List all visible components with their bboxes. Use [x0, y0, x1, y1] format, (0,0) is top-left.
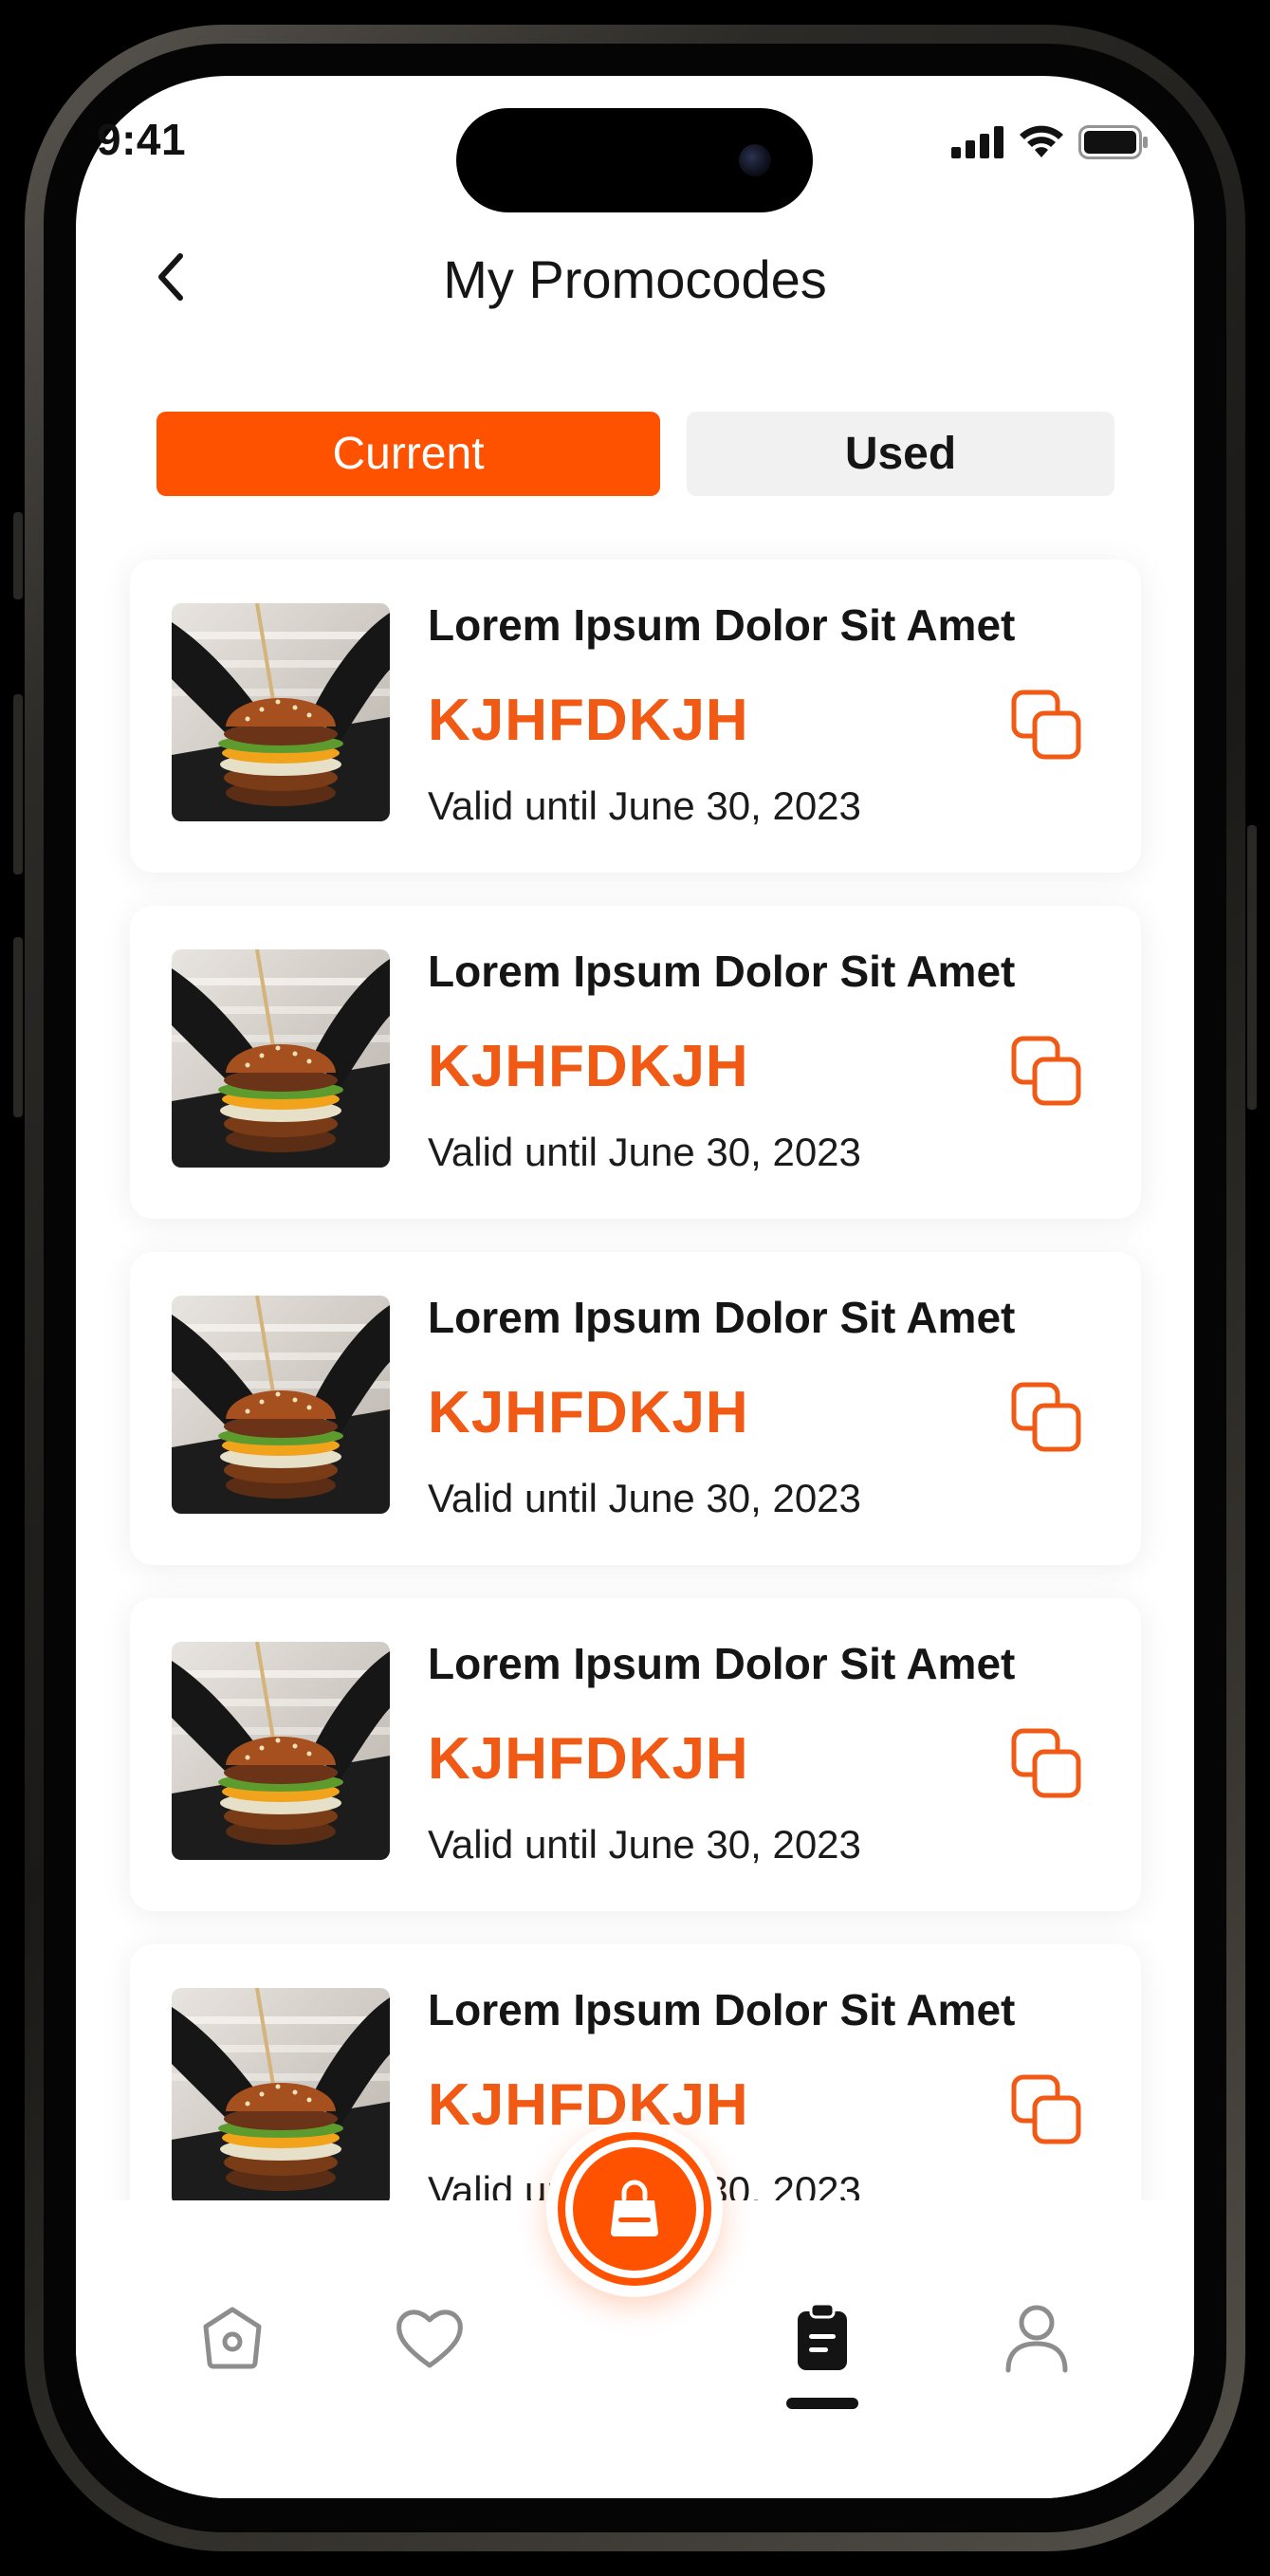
promo-validity: Valid until June 30, 2023	[428, 1130, 861, 1174]
promo-title: Lorem Ipsum Dolor Sit Amet	[428, 1639, 1016, 1688]
promo-code: KJHFDKJH	[428, 1034, 749, 1099]
nav-home[interactable]	[190, 2295, 275, 2381]
status-icons	[951, 125, 1149, 159]
copy-code-button[interactable]	[1010, 2073, 1082, 2145]
promo-title: Lorem Ipsum Dolor Sit Amet	[428, 600, 1016, 650]
promo-validity: Valid until June 30, 2023	[428, 1822, 861, 1867]
copy-code-button[interactable]	[1010, 1381, 1082, 1453]
copy-code-button[interactable]	[1010, 1035, 1082, 1107]
promo-card[interactable]: Lorem Ipsum Dolor Sit Amet KJHFDKJH Vali…	[130, 1598, 1141, 1911]
promo-card[interactable]: Lorem Ipsum Dolor Sit Amet KJHFDKJH Vali…	[130, 1252, 1141, 1565]
burger-photo	[172, 603, 390, 821]
battery-icon	[1078, 125, 1148, 159]
copy-icon	[1011, 690, 1081, 760]
nav-profile[interactable]	[994, 2295, 1079, 2381]
promo-validity: Valid until June 30, 2023	[428, 783, 861, 828]
front-camera	[739, 144, 771, 176]
burger-photo	[172, 1988, 390, 2200]
cart-button-core	[573, 2147, 696, 2271]
nav-promocodes[interactable]	[780, 2295, 865, 2381]
user-icon	[1005, 2305, 1068, 2373]
burger-photo	[172, 1296, 390, 1514]
copy-icon	[1011, 1728, 1081, 1798]
promo-list: Lorem Ipsum Dolor Sit Amet KJHFDKJH Vali…	[0, 0, 1270, 2200]
cellular-signal-icon	[951, 126, 1003, 158]
promo-card[interactable]: Lorem Ipsum Dolor Sit Amet KJHFDKJH Vali…	[130, 906, 1141, 1219]
promo-code: KJHFDKJH	[428, 2072, 749, 2138]
nav-favorites[interactable]	[387, 2295, 472, 2381]
burger-photo	[172, 949, 390, 1168]
active-tab-indicator	[786, 2398, 858, 2409]
promo-validity: Valid until June 30, 2023	[428, 1476, 861, 1520]
copy-icon	[1011, 1382, 1081, 1452]
copy-code-button[interactable]	[1010, 1727, 1082, 1799]
promo-code: KJHFDKJH	[428, 688, 749, 753]
promo-title: Lorem Ipsum Dolor Sit Amet	[428, 1293, 1016, 1342]
promo-card[interactable]: Lorem Ipsum Dolor Sit Amet KJHFDKJH Vali…	[130, 560, 1141, 873]
shopping-bag-icon	[611, 2180, 658, 2236]
copy-icon	[1011, 1036, 1081, 1106]
promo-title: Lorem Ipsum Dolor Sit Amet	[428, 947, 1016, 996]
dynamic-island	[456, 108, 813, 212]
wifi-icon	[1020, 125, 1063, 157]
promo-title: Lorem Ipsum Dolor Sit Amet	[428, 1985, 1016, 2034]
burger-photo	[172, 1642, 390, 1860]
copy-icon	[1011, 2074, 1081, 2144]
cart-button-ring	[558, 2132, 711, 2286]
copy-code-button[interactable]	[1010, 689, 1082, 761]
promo-code: KJHFDKJH	[428, 1726, 749, 1792]
clipboard-icon	[798, 2302, 847, 2370]
cart-button[interactable]	[546, 2121, 723, 2297]
heart-icon	[396, 2309, 463, 2368]
promo-code: KJHFDKJH	[428, 1380, 749, 1445]
home-icon	[203, 2307, 262, 2369]
